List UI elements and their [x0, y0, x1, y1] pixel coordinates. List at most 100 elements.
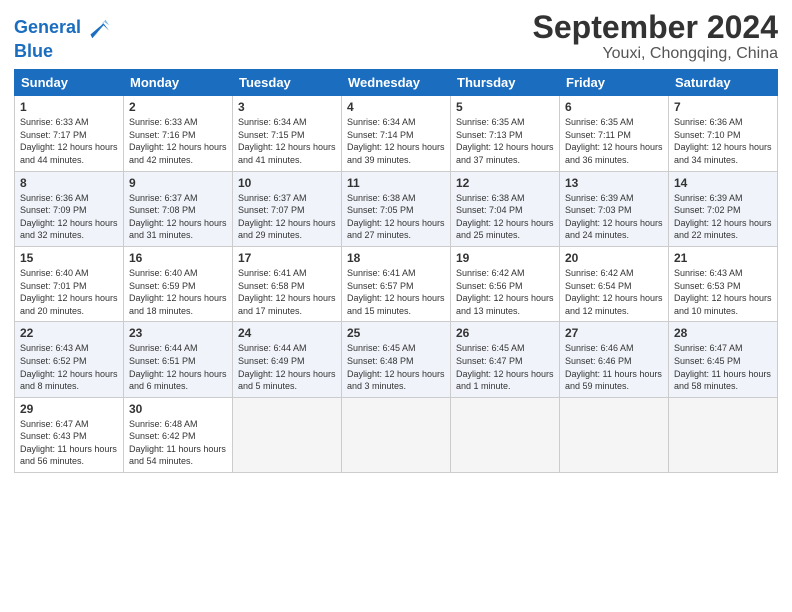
day-cell: 2 Sunrise: 6:33 AMSunset: 7:16 PMDayligh…: [124, 96, 233, 171]
day-number: 14: [674, 176, 772, 190]
day-cell: 14 Sunrise: 6:39 AMSunset: 7:02 PMDaylig…: [669, 171, 778, 246]
day-number: 4: [347, 100, 445, 114]
calendar-subtitle: Youxi, Chongqing, China: [533, 45, 778, 63]
day-info: Sunrise: 6:44 AMSunset: 6:49 PMDaylight:…: [238, 342, 336, 392]
day-cell: 19 Sunrise: 6:42 AMSunset: 6:56 PMDaylig…: [451, 246, 560, 321]
day-number: 27: [565, 326, 663, 340]
logo-blue-text: Blue: [14, 42, 111, 62]
week-row-3: 15 Sunrise: 6:40 AMSunset: 7:01 PMDaylig…: [15, 246, 778, 321]
day-number: 21: [674, 251, 772, 265]
day-info: Sunrise: 6:47 AMSunset: 6:45 PMDaylight:…: [674, 342, 772, 392]
day-number: 10: [238, 176, 336, 190]
weekday-header-saturday: Saturday: [669, 70, 778, 96]
day-cell: 5 Sunrise: 6:35 AMSunset: 7:13 PMDayligh…: [451, 96, 560, 171]
day-number: 28: [674, 326, 772, 340]
day-cell: 28 Sunrise: 6:47 AMSunset: 6:45 PMDaylig…: [669, 322, 778, 397]
day-number: 11: [347, 176, 445, 190]
day-cell: 24 Sunrise: 6:44 AMSunset: 6:49 PMDaylig…: [233, 322, 342, 397]
day-info: Sunrise: 6:33 AMSunset: 7:16 PMDaylight:…: [129, 116, 227, 166]
day-number: 26: [456, 326, 554, 340]
day-number: 5: [456, 100, 554, 114]
day-info: Sunrise: 6:41 AMSunset: 6:57 PMDaylight:…: [347, 267, 445, 317]
day-number: 17: [238, 251, 336, 265]
day-cell: 4 Sunrise: 6:34 AMSunset: 7:14 PMDayligh…: [342, 96, 451, 171]
weekday-header-wednesday: Wednesday: [342, 70, 451, 96]
day-info: Sunrise: 6:47 AMSunset: 6:43 PMDaylight:…: [20, 418, 118, 468]
day-info: Sunrise: 6:45 AMSunset: 6:47 PMDaylight:…: [456, 342, 554, 392]
day-cell: 26 Sunrise: 6:45 AMSunset: 6:47 PMDaylig…: [451, 322, 560, 397]
day-number: 12: [456, 176, 554, 190]
day-info: Sunrise: 6:39 AMSunset: 7:03 PMDaylight:…: [565, 192, 663, 242]
day-number: 16: [129, 251, 227, 265]
weekday-header-monday: Monday: [124, 70, 233, 96]
logo-icon: [83, 14, 111, 42]
logo-text: General: [14, 18, 81, 38]
title-block: September 2024 Youxi, Chongqing, China: [533, 10, 778, 63]
day-cell: [669, 397, 778, 472]
day-number: 20: [565, 251, 663, 265]
day-cell: 18 Sunrise: 6:41 AMSunset: 6:57 PMDaylig…: [342, 246, 451, 321]
calendar-table: SundayMondayTuesdayWednesdayThursdayFrid…: [14, 69, 778, 473]
calendar-title: September 2024: [533, 10, 778, 45]
day-cell: [451, 397, 560, 472]
weekday-header-sunday: Sunday: [15, 70, 124, 96]
day-cell: 7 Sunrise: 6:36 AMSunset: 7:10 PMDayligh…: [669, 96, 778, 171]
day-cell: 10 Sunrise: 6:37 AMSunset: 7:07 PMDaylig…: [233, 171, 342, 246]
day-cell: 25 Sunrise: 6:45 AMSunset: 6:48 PMDaylig…: [342, 322, 451, 397]
day-cell: 27 Sunrise: 6:46 AMSunset: 6:46 PMDaylig…: [560, 322, 669, 397]
header: General Blue September 2024 Youxi, Chong…: [14, 10, 778, 63]
day-info: Sunrise: 6:48 AMSunset: 6:42 PMDaylight:…: [129, 418, 227, 468]
day-cell: [233, 397, 342, 472]
day-info: Sunrise: 6:36 AMSunset: 7:10 PMDaylight:…: [674, 116, 772, 166]
day-cell: 21 Sunrise: 6:43 AMSunset: 6:53 PMDaylig…: [669, 246, 778, 321]
day-number: 25: [347, 326, 445, 340]
week-row-1: 1 Sunrise: 6:33 AMSunset: 7:17 PMDayligh…: [15, 96, 778, 171]
day-cell: 3 Sunrise: 6:34 AMSunset: 7:15 PMDayligh…: [233, 96, 342, 171]
day-cell: 16 Sunrise: 6:40 AMSunset: 6:59 PMDaylig…: [124, 246, 233, 321]
day-number: 23: [129, 326, 227, 340]
day-info: Sunrise: 6:33 AMSunset: 7:17 PMDaylight:…: [20, 116, 118, 166]
day-cell: 23 Sunrise: 6:44 AMSunset: 6:51 PMDaylig…: [124, 322, 233, 397]
day-number: 6: [565, 100, 663, 114]
day-number: 24: [238, 326, 336, 340]
day-cell: 1 Sunrise: 6:33 AMSunset: 7:17 PMDayligh…: [15, 96, 124, 171]
day-cell: 17 Sunrise: 6:41 AMSunset: 6:58 PMDaylig…: [233, 246, 342, 321]
day-info: Sunrise: 6:46 AMSunset: 6:46 PMDaylight:…: [565, 342, 663, 392]
weekday-header-tuesday: Tuesday: [233, 70, 342, 96]
day-info: Sunrise: 6:44 AMSunset: 6:51 PMDaylight:…: [129, 342, 227, 392]
day-cell: 11 Sunrise: 6:38 AMSunset: 7:05 PMDaylig…: [342, 171, 451, 246]
day-number: 30: [129, 402, 227, 416]
day-info: Sunrise: 6:36 AMSunset: 7:09 PMDaylight:…: [20, 192, 118, 242]
day-number: 18: [347, 251, 445, 265]
day-info: Sunrise: 6:40 AMSunset: 6:59 PMDaylight:…: [129, 267, 227, 317]
day-info: Sunrise: 6:41 AMSunset: 6:58 PMDaylight:…: [238, 267, 336, 317]
day-number: 13: [565, 176, 663, 190]
day-info: Sunrise: 6:34 AMSunset: 7:14 PMDaylight:…: [347, 116, 445, 166]
logo: General Blue: [14, 14, 111, 62]
day-cell: 20 Sunrise: 6:42 AMSunset: 6:54 PMDaylig…: [560, 246, 669, 321]
day-cell: 13 Sunrise: 6:39 AMSunset: 7:03 PMDaylig…: [560, 171, 669, 246]
day-info: Sunrise: 6:34 AMSunset: 7:15 PMDaylight:…: [238, 116, 336, 166]
day-info: Sunrise: 6:39 AMSunset: 7:02 PMDaylight:…: [674, 192, 772, 242]
day-info: Sunrise: 6:43 AMSunset: 6:52 PMDaylight:…: [20, 342, 118, 392]
day-info: Sunrise: 6:42 AMSunset: 6:54 PMDaylight:…: [565, 267, 663, 317]
day-cell: [342, 397, 451, 472]
week-row-5: 29 Sunrise: 6:47 AMSunset: 6:43 PMDaylig…: [15, 397, 778, 472]
week-row-2: 8 Sunrise: 6:36 AMSunset: 7:09 PMDayligh…: [15, 171, 778, 246]
day-number: 3: [238, 100, 336, 114]
day-cell: 9 Sunrise: 6:37 AMSunset: 7:08 PMDayligh…: [124, 171, 233, 246]
day-info: Sunrise: 6:38 AMSunset: 7:05 PMDaylight:…: [347, 192, 445, 242]
day-number: 2: [129, 100, 227, 114]
day-number: 15: [20, 251, 118, 265]
day-number: 8: [20, 176, 118, 190]
day-info: Sunrise: 6:35 AMSunset: 7:11 PMDaylight:…: [565, 116, 663, 166]
day-info: Sunrise: 6:37 AMSunset: 7:07 PMDaylight:…: [238, 192, 336, 242]
day-number: 22: [20, 326, 118, 340]
day-number: 9: [129, 176, 227, 190]
day-number: 1: [20, 100, 118, 114]
day-info: Sunrise: 6:42 AMSunset: 6:56 PMDaylight:…: [456, 267, 554, 317]
weekday-header-row: SundayMondayTuesdayWednesdayThursdayFrid…: [15, 70, 778, 96]
day-number: 19: [456, 251, 554, 265]
day-cell: [560, 397, 669, 472]
page: General Blue September 2024 Youxi, Chong…: [0, 0, 792, 612]
